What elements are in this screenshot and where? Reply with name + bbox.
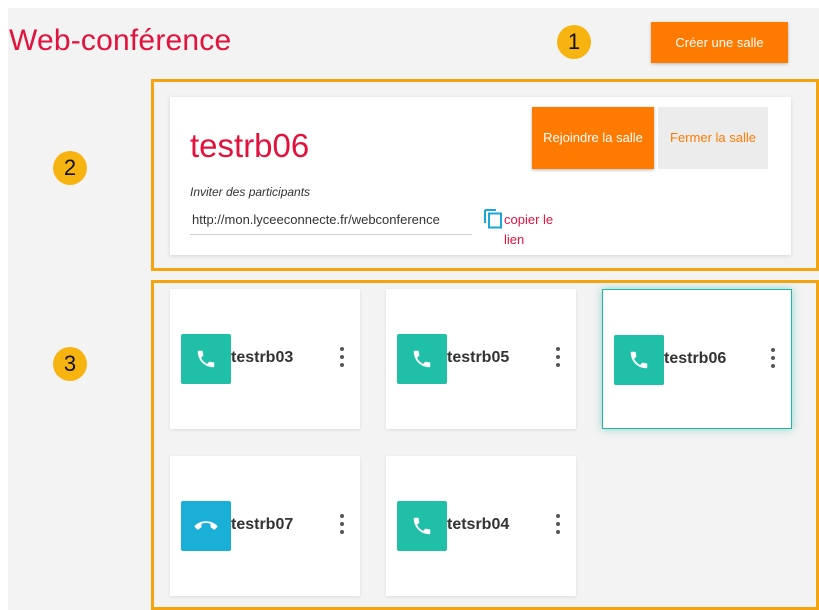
more-options-icon[interactable] <box>338 514 346 538</box>
room-tile[interactable]: testrb03 <box>170 289 360 429</box>
copy-link-button[interactable]: copier le lien <box>482 207 572 251</box>
more-options-icon[interactable] <box>769 348 777 372</box>
room-tile-label: testrb07 <box>231 516 294 533</box>
callout-badge-1: 1 <box>557 25 591 59</box>
room-name: testrb06 <box>190 127 310 164</box>
phone-icon <box>614 335 664 385</box>
phone-icon <box>397 501 447 551</box>
room-tile[interactable]: testrb05 <box>386 289 576 429</box>
room-tile-label: tetsrb04 <box>447 516 510 533</box>
invite-link-field[interactable] <box>190 205 472 235</box>
more-options-icon[interactable] <box>554 514 562 538</box>
copy-icon <box>484 209 502 229</box>
room-tile[interactable]: testrb06 <box>602 289 792 429</box>
close-room-button[interactable]: Fermer la salle <box>658 107 768 169</box>
page-title: Web-conférence <box>9 24 232 57</box>
hang-up-icon <box>181 501 231 551</box>
callout-badge-3: 3 <box>53 347 87 381</box>
join-room-button[interactable]: Rejoindre la salle <box>532 107 654 169</box>
invite-label: Inviter des participants <box>190 185 311 199</box>
room-tile[interactable]: testrb07 <box>170 456 360 596</box>
more-options-icon[interactable] <box>554 347 562 371</box>
room-tile[interactable]: tetsrb04 <box>386 456 576 596</box>
create-room-button[interactable]: Créer une salle <box>651 22 788 63</box>
phone-icon <box>181 334 231 384</box>
more-options-icon[interactable] <box>338 347 346 371</box>
room-tile-label: testrb05 <box>447 349 510 366</box>
copy-link-label: copier le lien <box>504 212 554 247</box>
selected-room-panel: testrb06 Rejoindre la salle Fermer la sa… <box>170 97 791 255</box>
room-tile-label: testrb03 <box>231 349 294 366</box>
room-tile-label: testrb06 <box>664 350 727 367</box>
phone-icon <box>397 334 447 384</box>
callout-badge-2: 2 <box>53 151 87 185</box>
